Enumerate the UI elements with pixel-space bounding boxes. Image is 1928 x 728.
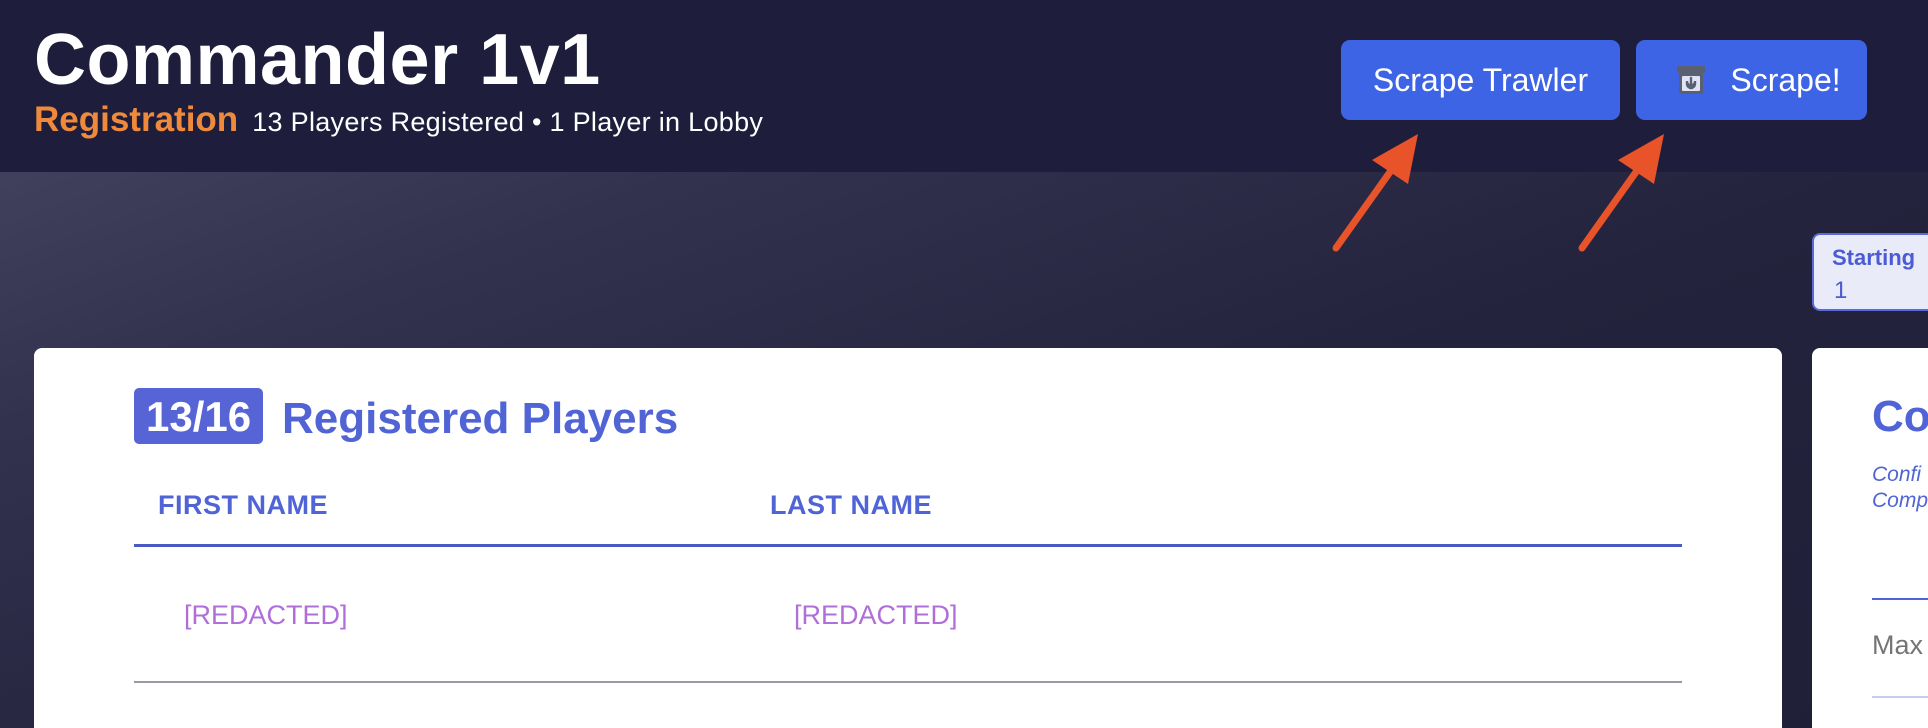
column-header-last-name[interactable]: LAST NAME xyxy=(770,490,932,521)
player-count-badge: 13/16 xyxy=(134,388,264,444)
table-row-divider xyxy=(134,681,1682,683)
page-title: Commander 1v1 xyxy=(34,20,601,100)
stage-label: Registration xyxy=(34,100,239,139)
starting-indicator: Starting 1 xyxy=(1812,233,1928,311)
archive-download-icon xyxy=(1677,66,1706,94)
annotation-arrow-icon xyxy=(1332,134,1418,252)
event-status-row: Registration 13 Players Registered • 1 P… xyxy=(34,100,763,144)
config-card-description: Confi Comp xyxy=(1872,462,1928,514)
scrape-trawler-button[interactable]: Scrape Trawler xyxy=(1341,40,1620,120)
scrape-label: Scrape! xyxy=(1730,61,1841,98)
last-name-cell: [REDACTED] xyxy=(794,600,958,630)
table-header-divider xyxy=(134,544,1682,547)
max-players-input[interactable] xyxy=(1872,630,1928,661)
starting-value: 1 xyxy=(1834,277,1848,304)
config-desc-line-2: Comp xyxy=(1872,489,1928,512)
config-card-title: Co xyxy=(1872,392,1928,441)
config-divider xyxy=(1872,598,1928,600)
max-input-underline xyxy=(1872,696,1928,698)
card-title: Registered Players xyxy=(282,394,679,443)
first-name-cell: [REDACTED] xyxy=(184,600,348,630)
starting-label: Starting xyxy=(1832,245,1916,270)
registered-players-card: 13/16 Registered Players FIRST NAME LAST… xyxy=(34,348,1782,728)
column-header-first-name[interactable]: FIRST NAME xyxy=(158,490,328,521)
config-desc-line-1: Confi xyxy=(1872,463,1922,486)
annotation-arrow-icon xyxy=(1578,134,1664,252)
scrape-button[interactable]: Scrape! xyxy=(1636,40,1867,120)
config-card: Co Confi Comp xyxy=(1812,348,1928,728)
player-stats: 13 Players Registered • 1 Player in Lobb… xyxy=(252,107,764,137)
scrape-trawler-label: Scrape Trawler xyxy=(1372,61,1589,98)
